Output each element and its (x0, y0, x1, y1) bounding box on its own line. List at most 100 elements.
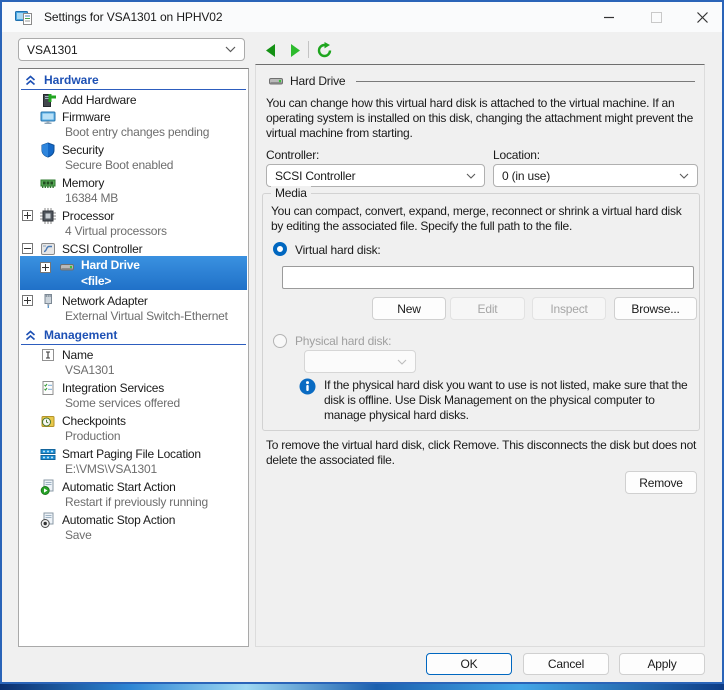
firmware-icon (40, 109, 56, 125)
panel-intro-text: You can change how this virtual hard dis… (266, 96, 702, 141)
settings-sidebar: Hardware Add Hardware (18, 68, 249, 647)
controller-dropdown[interactable]: SCSI Controller (266, 164, 485, 187)
sidebar-item-smart-paging-file-location[interactable]: Smart Paging File Location (19, 446, 248, 463)
location-label: Location: (493, 148, 540, 162)
item-label: Name (62, 348, 93, 362)
sidebar-item-automatic-start-action[interactable]: Automatic Start Action (19, 479, 248, 496)
item-label: Hard Drive (81, 258, 140, 272)
browse-button[interactable]: Browse... (614, 297, 697, 320)
item-subtext: VSA1301 (65, 363, 248, 378)
sidebar-item-processor[interactable]: Processor (19, 208, 248, 225)
chevron-down-icon (679, 173, 689, 179)
item-label: Network Adapter (62, 294, 148, 308)
item-subtext: E:\VMS\VSA1301 (65, 462, 248, 477)
item-subtext: <file> (81, 274, 111, 288)
item-subtext: External Virtual Switch-Ethernet (65, 309, 248, 324)
scsi-controller-icon (40, 241, 56, 257)
item-label: SCSI Controller (62, 242, 142, 256)
refresh-button[interactable] (315, 41, 333, 59)
network-adapter-icon (40, 293, 56, 309)
physical-hard-disk-radio-label: Physical hard disk: (295, 334, 391, 348)
smart-paging-icon (40, 446, 56, 462)
refresh-icon (316, 42, 333, 59)
edit-button: Edit (450, 297, 525, 320)
hard-drive-settings-panel: Hard Drive You can change how this virtu… (255, 64, 705, 647)
settings-window: Settings for VSA1301 on HPHV02 VSA1301 (0, 0, 724, 684)
controller-value: SCSI Controller (275, 169, 466, 183)
section-divider (21, 89, 246, 90)
vm-selector-dropdown[interactable]: VSA1301 (18, 38, 245, 61)
sidebar-section-hardware[interactable]: Hardware (19, 72, 248, 88)
ok-button[interactable]: OK (426, 653, 512, 675)
item-label: Security (62, 143, 104, 157)
panel-title: Hard Drive (290, 74, 345, 88)
navigate-forward-button[interactable] (286, 41, 304, 59)
new-button[interactable]: New (372, 297, 446, 320)
virtual-hard-disk-path-input[interactable] (282, 266, 694, 289)
hard-drive-icon (59, 259, 75, 275)
inspect-button: Inspect (532, 297, 606, 320)
sidebar-item-memory[interactable]: Memory (19, 175, 248, 192)
processor-icon (40, 208, 56, 224)
media-group-label: Media (271, 186, 311, 200)
navigate-back-button[interactable] (261, 41, 279, 59)
maximize-icon (651, 12, 662, 23)
virtual-hard-disk-radio[interactable] (273, 242, 287, 256)
sidebar-item-hard-drive-selected[interactable]: Hard Drive <file> (20, 256, 247, 290)
auto-start-icon (40, 479, 56, 495)
security-shield-icon (40, 142, 56, 158)
item-subtext: 16384 MB (65, 191, 248, 206)
item-subtext: 4 Virtual processors (65, 224, 248, 239)
physical-hard-disk-radio (273, 334, 287, 348)
section-label: Hardware (44, 73, 99, 87)
hyperv-settings-app-icon (15, 9, 33, 26)
item-label: Processor (62, 209, 114, 223)
integration-services-icon (40, 380, 56, 396)
name-icon (40, 347, 56, 363)
desktop: Settings for VSA1301 on HPHV02 VSA1301 (0, 0, 724, 690)
item-label: Smart Paging File Location (62, 447, 201, 461)
vm-selector-value: VSA1301 (27, 43, 225, 57)
sidebar-item-name[interactable]: Name (19, 347, 248, 364)
item-label: Integration Services (62, 381, 164, 395)
remove-description-text: To remove the virtual hard disk, click R… (266, 438, 700, 468)
item-label: Automatic Stop Action (62, 513, 175, 527)
sidebar-item-firmware[interactable]: Firmware (19, 109, 248, 126)
section-label: Management (44, 328, 117, 342)
apply-button[interactable]: Apply (619, 653, 705, 675)
item-label: Checkpoints (62, 414, 126, 428)
sidebar-item-add-hardware[interactable]: Add Hardware (19, 92, 248, 109)
sidebar-item-integration-services[interactable]: Integration Services (19, 380, 248, 397)
item-subtext: Boot entry changes pending (65, 125, 248, 140)
location-value: 0 (in use) (502, 169, 679, 183)
item-label: Firmware (62, 110, 110, 124)
item-label: Memory (62, 176, 104, 190)
toolbar-separator (308, 41, 309, 58)
section-divider (21, 344, 246, 345)
item-subtext: Production (65, 429, 248, 444)
media-description: You can compact, convert, expand, merge,… (271, 204, 695, 234)
sidebar-section-management[interactable]: Management (19, 327, 248, 343)
item-label: Add Hardware (62, 93, 136, 107)
back-arrow-icon (264, 43, 277, 58)
collapse-section-icon (25, 75, 36, 86)
minimize-button[interactable] (594, 6, 624, 28)
item-subtext: Secure Boot enabled (65, 158, 248, 173)
remove-button[interactable]: Remove (625, 471, 697, 494)
checkpoints-icon (40, 413, 56, 429)
minimize-icon (604, 12, 615, 23)
location-dropdown[interactable]: 0 (in use) (493, 164, 698, 187)
title-bar: Settings for VSA1301 on HPHV02 (2, 2, 722, 32)
sidebar-item-automatic-stop-action[interactable]: Automatic Stop Action (19, 512, 248, 529)
item-subtext: Restart if previously running (65, 495, 248, 510)
physical-disk-dropdown (304, 350, 416, 373)
close-button[interactable] (687, 6, 717, 28)
cancel-button[interactable]: Cancel (523, 653, 609, 675)
chevron-down-icon (466, 173, 476, 179)
sidebar-item-checkpoints[interactable]: Checkpoints (19, 413, 248, 430)
expand-icon[interactable] (40, 262, 51, 273)
sidebar-item-network-adapter[interactable]: Network Adapter (19, 293, 248, 310)
sidebar-item-security[interactable]: Security (19, 142, 248, 159)
auto-stop-icon (40, 512, 56, 528)
physical-disk-info-text: If the physical hard disk you want to us… (324, 378, 696, 423)
